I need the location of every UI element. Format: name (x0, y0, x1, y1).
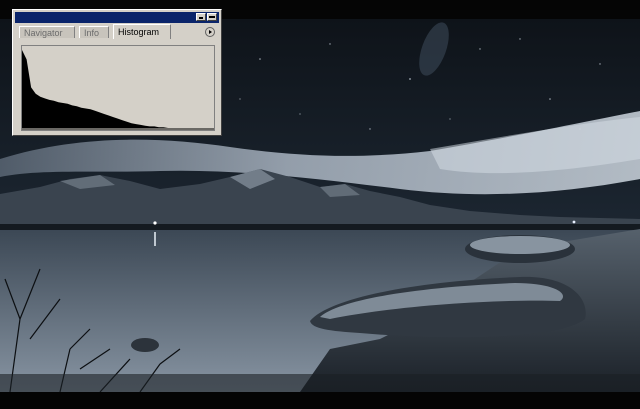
histogram-graph (22, 50, 214, 130)
palette-menu-arrow-icon[interactable] (205, 27, 215, 37)
tab-navigator[interactable]: Navigator (19, 26, 75, 38)
palette-tabs: Navigator Info Histogram (15, 24, 219, 39)
histogram-display (21, 45, 215, 131)
close-icon[interactable] (207, 13, 217, 21)
tab-histogram[interactable]: Histogram (113, 24, 171, 39)
bottom-bar (0, 392, 640, 409)
tab-info[interactable]: Info (79, 26, 109, 38)
histogram-palette[interactable]: Navigator Info Histogram (12, 9, 222, 136)
minimize-icon[interactable] (196, 13, 206, 21)
histogram-area (22, 50, 200, 128)
palette-titlebar[interactable] (15, 12, 219, 23)
